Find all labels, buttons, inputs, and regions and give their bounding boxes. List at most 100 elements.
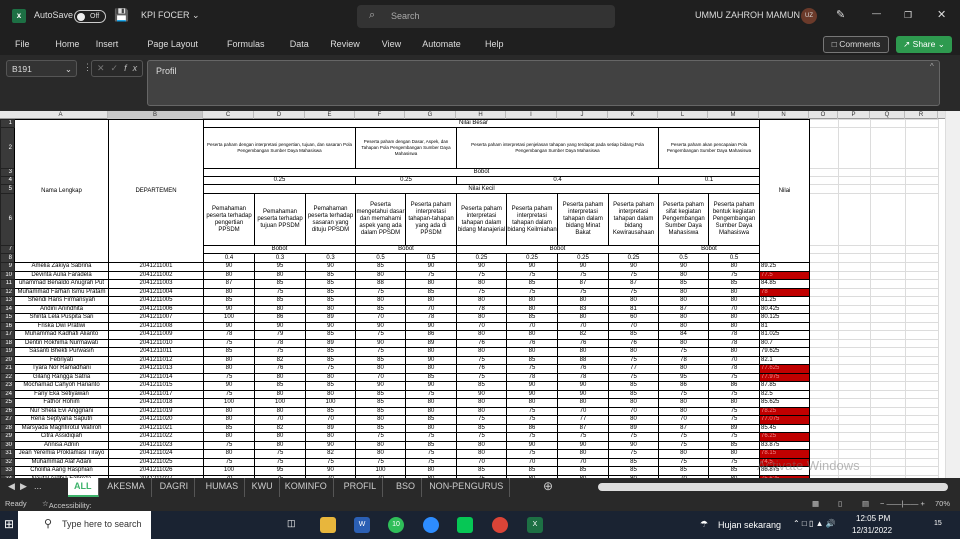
score-cell[interactable]: 80 (658, 338, 709, 348)
sheet-tab-kwu[interactable]: KWU (246, 478, 280, 497)
empty-cell[interactable] (809, 270, 840, 280)
score-cell[interactable]: 85 (355, 262, 406, 272)
score-cell[interactable]: 100 (254, 398, 306, 408)
score-cell[interactable]: 85 (254, 381, 306, 391)
score-cell[interactable]: 80 (355, 415, 406, 425)
score-cell[interactable]: 90 (557, 381, 609, 391)
empty-cell[interactable] (809, 432, 840, 442)
empty-cell[interactable] (809, 321, 840, 331)
empty-cell[interactable] (838, 432, 872, 442)
menu-insert[interactable]: Insert (96, 39, 119, 49)
score-cell[interactable]: 76 (608, 338, 659, 348)
header-departemen[interactable]: DEPARTEMEN (108, 119, 204, 263)
criteria-weight[interactable]: 0.25 (456, 253, 507, 263)
student-name[interactable]: Muhammad Alaf Adani (14, 457, 109, 467)
score-cell[interactable]: 80 (305, 372, 356, 382)
score-cell[interactable]: 75 (557, 432, 609, 442)
score-cell[interactable]: 85 (456, 423, 507, 433)
empty-cell[interactable] (905, 253, 940, 263)
score-cell[interactable]: 87 (658, 423, 709, 433)
empty-cell[interactable] (905, 176, 940, 185)
student-name[interactable]: Muhammad Kadhafi Alianto (14, 330, 109, 340)
empty-cell[interactable] (870, 364, 907, 374)
score-cell[interactable]: 78 (658, 355, 709, 365)
score-cell[interactable]: 75 (456, 415, 507, 425)
empty-cell[interactable] (870, 440, 907, 450)
score-cell[interactable]: 85 (456, 466, 507, 476)
score-cell[interactable]: 80 (405, 296, 457, 306)
sheet-tab-humas[interactable]: HUMAS (200, 478, 246, 497)
score-cell[interactable]: 82 (557, 330, 609, 340)
score-cell[interactable]: 75 (608, 372, 659, 382)
empty-cell[interactable] (905, 347, 940, 357)
student-name[interactable]: Shinta Lela Puspita Sari (14, 313, 109, 323)
score-cell[interactable]: 80 (305, 389, 356, 399)
criteria-header[interactable]: Pemahaman peserta terhadap tujuan PPSDM (254, 193, 306, 246)
row-header[interactable]: 16 (0, 321, 15, 331)
student-id[interactable]: 2041211006 (108, 304, 204, 314)
score-cell[interactable]: 75 (254, 287, 306, 297)
score-cell[interactable]: 89 (707, 423, 761, 433)
score-cell[interactable]: 78 (456, 304, 507, 314)
criteria-header[interactable]: Peserta paham interpretasi tahapan-tahap… (405, 193, 457, 246)
score-cell[interactable]: 87 (658, 304, 709, 314)
score-cell[interactable]: 100 (203, 398, 255, 408)
score-cell[interactable]: 80 (658, 398, 709, 408)
score-cell[interactable]: 78 (557, 372, 609, 382)
empty-cell[interactable] (905, 296, 940, 306)
score-cell[interactable]: 85 (305, 279, 356, 289)
criteria-weight[interactable]: 0.5 (707, 253, 761, 263)
final-score[interactable]: 85.45 (759, 423, 811, 433)
score-cell[interactable]: 90 (405, 321, 457, 331)
header-nilai-besar[interactable]: Nilai Besar (202, 119, 761, 128)
criteria-weight[interactable]: 0.25 (608, 253, 659, 263)
score-cell[interactable]: 70 (557, 321, 609, 331)
column-header-M[interactable]: M (708, 111, 759, 119)
score-cell[interactable]: 75 (506, 415, 558, 425)
score-cell[interactable]: 86 (658, 381, 709, 391)
menu-automate[interactable]: Automate (422, 39, 461, 49)
column-header-A[interactable]: A (14, 111, 108, 119)
student-name[interactable]: Mochamad Cahyoh Harianto (14, 381, 109, 391)
empty-cell[interactable] (905, 457, 940, 467)
score-cell[interactable]: 88 (557, 355, 609, 365)
empty-cell[interactable] (870, 449, 907, 459)
score-cell[interactable]: 80 (203, 355, 255, 365)
student-id[interactable]: 2041211018 (108, 398, 204, 408)
score-cell[interactable]: 75 (707, 457, 761, 467)
score-cell[interactable]: 89 (608, 423, 659, 433)
student-name[interactable]: Marsyada Maghfirotul Wafiroh (14, 423, 109, 433)
empty-cell[interactable] (838, 279, 872, 289)
share-button[interactable]: ↗ Share ⌄ (896, 36, 952, 53)
score-cell[interactable]: 75 (456, 355, 507, 365)
menu-help[interactable]: Help (485, 39, 504, 49)
empty-cell[interactable] (905, 440, 940, 450)
score-cell[interactable]: 90 (405, 381, 457, 391)
score-cell[interactable]: 80 (254, 440, 306, 450)
score-cell[interactable]: 80 (658, 270, 709, 280)
next-sheet-icon[interactable]: ▶ (20, 481, 27, 492)
score-cell[interactable]: 85 (305, 296, 356, 306)
score-cell[interactable]: 85 (658, 279, 709, 289)
score-cell[interactable]: 80 (355, 449, 406, 459)
score-cell[interactable]: 90 (305, 262, 356, 272)
empty-cell[interactable] (905, 119, 940, 128)
criteria-header[interactable]: Peserta paham interpretasi tahapan dalam… (456, 193, 507, 246)
criteria-header[interactable]: Peserta paham interpretasi tahapan dalam… (608, 193, 659, 246)
empty-cell[interactable] (838, 262, 872, 272)
row-header[interactable]: 17 (0, 330, 15, 340)
score-cell[interactable]: 80 (456, 449, 507, 459)
score-cell[interactable]: 89 (305, 423, 356, 433)
score-cell[interactable]: 80 (506, 398, 558, 408)
score-cell[interactable]: 70 (355, 313, 406, 323)
score-cell[interactable]: 85 (305, 406, 356, 416)
row-header[interactable]: 3 (0, 168, 15, 177)
empty-cell[interactable] (809, 364, 840, 374)
score-cell[interactable]: 75 (254, 347, 306, 357)
empty-cell[interactable] (870, 381, 907, 391)
empty-cell[interactable] (905, 355, 940, 365)
score-cell[interactable]: 85 (405, 372, 457, 382)
group-header[interactable]: Peserta paham dengan interpretasi penger… (203, 127, 356, 169)
empty-cell[interactable] (905, 321, 940, 331)
empty-cell[interactable] (838, 406, 872, 416)
